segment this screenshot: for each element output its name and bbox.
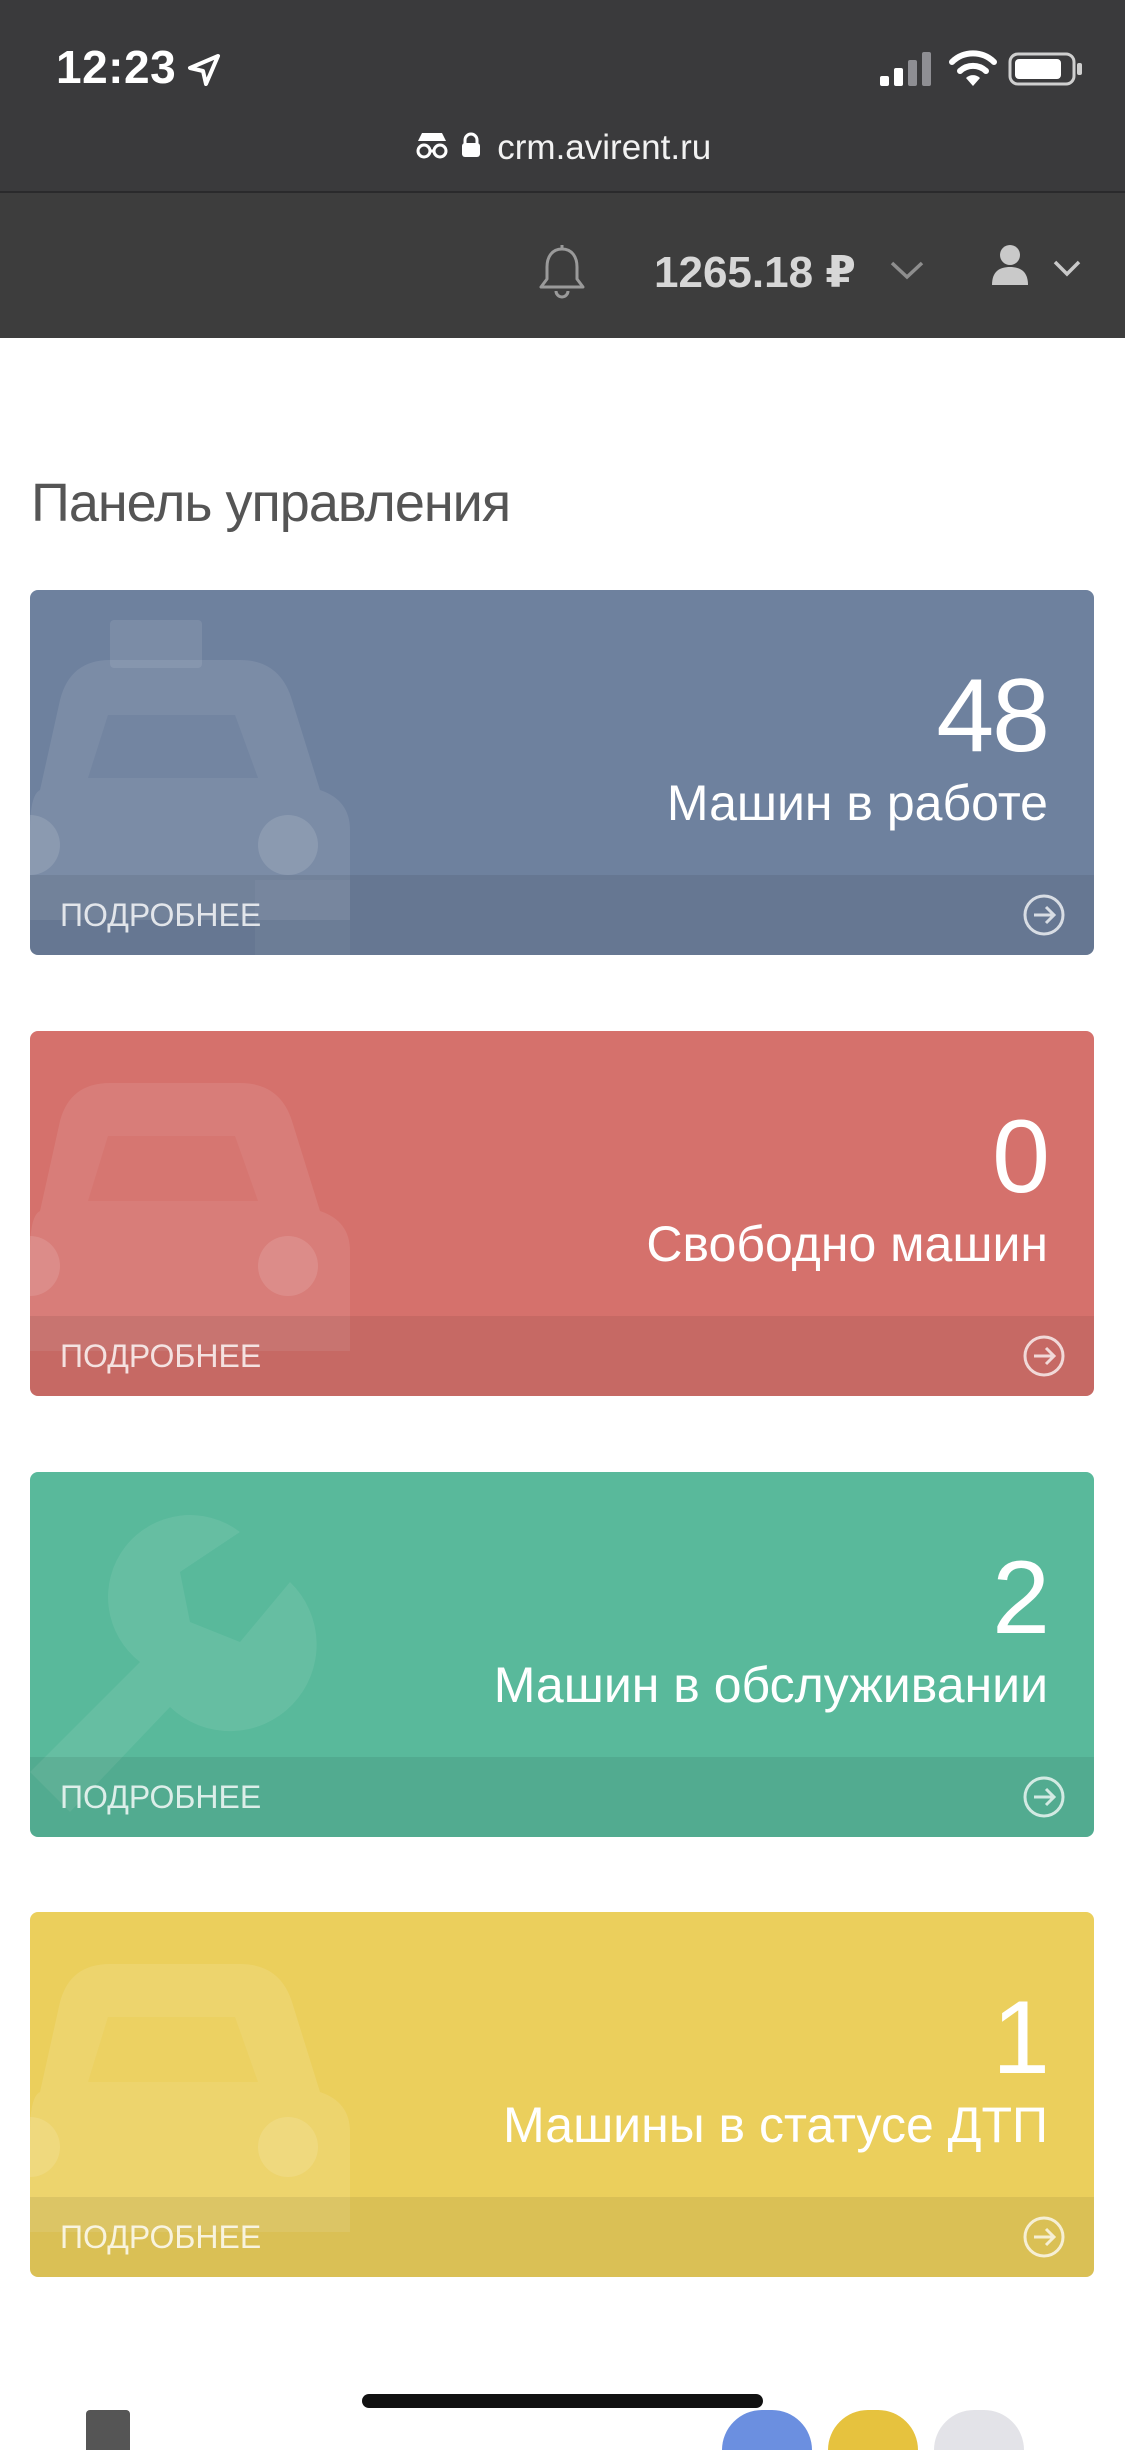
card-label: Машин в работе — [666, 775, 1048, 831]
cars-in-work-card[interactable]: 48 Машин в работе ПОДРОБНЕЕ — [30, 590, 1094, 955]
balance-amount[interactable]: 1265.18 ₽ — [654, 247, 856, 298]
chevron-down-icon[interactable] — [1052, 257, 1082, 279]
wifi-icon — [949, 50, 997, 86]
arrow-circle-right-icon[interactable] — [1022, 893, 1066, 937]
app-header: 1265.18 ₽ — [0, 193, 1125, 338]
details-link[interactable]: ПОДРОБНЕЕ — [60, 1338, 261, 1375]
details-link[interactable]: ПОДРОБНЕЕ — [60, 2219, 261, 2256]
status-time: 12:23 — [56, 41, 177, 93]
arrow-circle-right-icon[interactable] — [1022, 2215, 1066, 2259]
battery-icon — [1008, 52, 1082, 86]
cars-in-service-card[interactable]: 2 Машин в обслуживании ПОДРОБНЕЕ — [30, 1472, 1094, 1837]
card-label: Машины в статусе ДТП — [503, 2097, 1048, 2153]
incognito-icon — [416, 132, 448, 159]
notification-bell-icon[interactable] — [536, 243, 588, 299]
user-icon[interactable] — [990, 243, 1030, 287]
card-footer[interactable]: ПОДРОБНЕЕ — [30, 1757, 1094, 1837]
partial-icon — [86, 2410, 130, 2450]
chevron-down-icon[interactable] — [888, 257, 926, 283]
lock-icon — [461, 132, 480, 157]
card-footer[interactable]: ПОДРОБНЕЕ — [30, 1316, 1094, 1396]
arrow-circle-right-icon[interactable] — [1022, 1334, 1066, 1378]
card-footer[interactable]: ПОДРОБНЕЕ — [30, 875, 1094, 955]
home-indicator[interactable] — [362, 2394, 763, 2408]
card-count: 48 — [936, 658, 1050, 774]
details-link[interactable]: ПОДРОБНЕЕ — [60, 1779, 261, 1816]
card-count: 2 — [992, 1540, 1050, 1656]
address-bar[interactable]: crm.avirent.ru — [0, 126, 1125, 168]
card-footer[interactable]: ПОДРОБНЕЕ — [30, 2197, 1094, 2277]
partial-badge — [934, 2410, 1024, 2450]
page-title: Панель управления — [31, 473, 511, 533]
url-text: crm.avirent.ru — [497, 127, 712, 167]
free-cars-card[interactable]: 0 Свободно машин ПОДРОБНЕЕ — [30, 1031, 1094, 1396]
details-link[interactable]: ПОДРОБНЕЕ — [60, 897, 261, 934]
status-bar: 12:23 crm.avirent.ru — [0, 0, 1125, 193]
partial-badge — [722, 2410, 812, 2450]
arrow-circle-right-icon[interactable] — [1022, 1775, 1066, 1819]
cars-accident-card[interactable]: 1 Машины в статусе ДТП ПОДРОБНЕЕ — [30, 1912, 1094, 2277]
location-arrow-icon — [188, 54, 220, 86]
card-count: 1 — [992, 1980, 1050, 2096]
partial-badge — [828, 2410, 918, 2450]
cellular-signal-icon — [880, 52, 931, 86]
card-label: Машин в обслуживании — [493, 1657, 1048, 1713]
card-count: 0 — [992, 1099, 1050, 1215]
card-label: Свободно машин — [646, 1216, 1048, 1272]
